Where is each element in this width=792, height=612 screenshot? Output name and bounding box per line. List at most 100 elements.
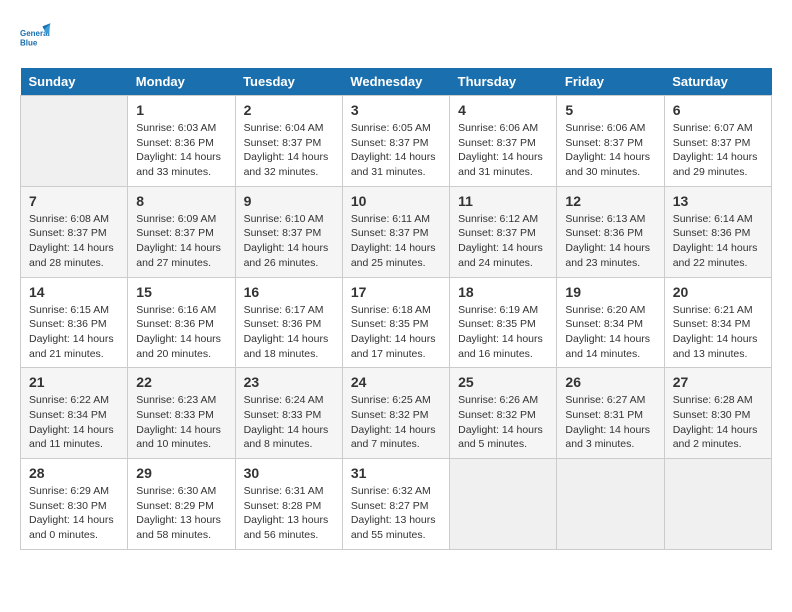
calendar-cell: 18Sunrise: 6:19 AM Sunset: 8:35 PM Dayli…	[450, 277, 557, 368]
calendar-cell: 17Sunrise: 6:18 AM Sunset: 8:35 PM Dayli…	[342, 277, 449, 368]
day-info: Sunrise: 6:16 AM Sunset: 8:36 PM Dayligh…	[136, 303, 226, 362]
calendar-header-row: SundayMondayTuesdayWednesdayThursdayFrid…	[21, 68, 772, 96]
calendar-week-row: 28 Sunrise: 6:29 AM Sunset: 8:30 PM Dayli…	[21, 459, 772, 550]
day-info: Sunrise: 6:29 AM Sunset: 8:30 PM Dayligh…	[29, 484, 119, 543]
day-info: Sunrise: 6:05 AM Sunset: 8:37 PM Dayligh…	[351, 121, 441, 180]
day-number: 16	[244, 284, 334, 300]
day-info: Sunrise: 6:18 AM Sunset: 8:35 PM Dayligh…	[351, 303, 441, 362]
day-number: 24	[351, 374, 441, 390]
logo-icon: General Blue	[20, 20, 52, 52]
calendar-cell: 26 Sunrise: 6:27 AM Sunset: 8:31 PM Dayli…	[557, 368, 664, 459]
day-info: Sunrise: 6:23 AM Sunset: 8:33 PM Dayligh…	[136, 393, 226, 452]
calendar-cell: 9 Sunrise: 6:10 AM Sunset: 8:37 PM Daylig…	[235, 186, 342, 277]
day-number: 3	[351, 102, 441, 118]
day-number: 2	[244, 102, 334, 118]
day-number: 13	[673, 193, 763, 209]
calendar-cell: 30 Sunrise: 6:31 AM Sunset: 8:28 PM Dayli…	[235, 459, 342, 550]
day-info: Sunrise: 6:15 AM Sunset: 8:36 PM Dayligh…	[29, 303, 119, 362]
calendar-week-row: 21 Sunrise: 6:22 AM Sunset: 8:34 PM Dayli…	[21, 368, 772, 459]
calendar-cell: 25 Sunrise: 6:26 AM Sunset: 8:32 PM Dayli…	[450, 368, 557, 459]
page-header: General Blue	[20, 20, 772, 52]
day-info: Sunrise: 6:32 AM Sunset: 8:27 PM Dayligh…	[351, 484, 441, 543]
day-number: 19	[565, 284, 655, 300]
calendar-cell: 11 Sunrise: 6:12 AM Sunset: 8:37 PM Dayli…	[450, 186, 557, 277]
weekday-header-tuesday: Tuesday	[235, 68, 342, 96]
calendar-cell	[21, 96, 128, 187]
day-info: Sunrise: 6:25 AM Sunset: 8:32 PM Dayligh…	[351, 393, 441, 452]
calendar-body: 1 Sunrise: 6:03 AM Sunset: 8:36 PM Daylig…	[21, 96, 772, 550]
day-number: 31	[351, 465, 441, 481]
calendar-cell: 24 Sunrise: 6:25 AM Sunset: 8:32 PM Dayli…	[342, 368, 449, 459]
day-info: Sunrise: 6:22 AM Sunset: 8:34 PM Dayligh…	[29, 393, 119, 452]
day-info: Sunrise: 6:31 AM Sunset: 8:28 PM Dayligh…	[244, 484, 334, 543]
svg-text:Blue: Blue	[20, 39, 38, 48]
day-info: Sunrise: 6:10 AM Sunset: 8:37 PM Dayligh…	[244, 212, 334, 271]
day-number: 25	[458, 374, 548, 390]
weekday-header-saturday: Saturday	[664, 68, 771, 96]
calendar-cell: 29Sunrise: 6:30 AM Sunset: 8:29 PM Dayli…	[128, 459, 235, 550]
calendar-cell: 14Sunrise: 6:15 AM Sunset: 8:36 PM Dayli…	[21, 277, 128, 368]
calendar-cell: 5Sunrise: 6:06 AM Sunset: 8:37 PM Daylig…	[557, 96, 664, 187]
calendar-cell: 2 Sunrise: 6:04 AM Sunset: 8:37 PM Daylig…	[235, 96, 342, 187]
day-info: Sunrise: 6:19 AM Sunset: 8:35 PM Dayligh…	[458, 303, 548, 362]
calendar-cell: 21 Sunrise: 6:22 AM Sunset: 8:34 PM Dayli…	[21, 368, 128, 459]
day-info: Sunrise: 6:24 AM Sunset: 8:33 PM Dayligh…	[244, 393, 334, 452]
day-info: Sunrise: 6:13 AM Sunset: 8:36 PM Dayligh…	[565, 212, 655, 271]
calendar-cell: 22 Sunrise: 6:23 AM Sunset: 8:33 PM Dayli…	[128, 368, 235, 459]
day-number: 1	[136, 102, 226, 118]
day-number: 11	[458, 193, 548, 209]
day-info: Sunrise: 6:21 AM Sunset: 8:34 PM Dayligh…	[673, 303, 763, 362]
calendar-cell: 20Sunrise: 6:21 AM Sunset: 8:34 PM Dayli…	[664, 277, 771, 368]
calendar-cell: 6 Sunrise: 6:07 AM Sunset: 8:37 PM Daylig…	[664, 96, 771, 187]
day-info: Sunrise: 6:17 AM Sunset: 8:36 PM Dayligh…	[244, 303, 334, 362]
calendar-cell: 15 Sunrise: 6:16 AM Sunset: 8:36 PM Dayli…	[128, 277, 235, 368]
calendar-cell: 31 Sunrise: 6:32 AM Sunset: 8:27 PM Dayli…	[342, 459, 449, 550]
calendar-week-row: 7Sunrise: 6:08 AM Sunset: 8:37 PM Daylig…	[21, 186, 772, 277]
calendar-week-row: 1 Sunrise: 6:03 AM Sunset: 8:36 PM Daylig…	[21, 96, 772, 187]
calendar-cell: 1 Sunrise: 6:03 AM Sunset: 8:36 PM Daylig…	[128, 96, 235, 187]
calendar-cell: 7Sunrise: 6:08 AM Sunset: 8:37 PM Daylig…	[21, 186, 128, 277]
calendar-cell: 16 Sunrise: 6:17 AM Sunset: 8:36 PM Dayli…	[235, 277, 342, 368]
weekday-header-friday: Friday	[557, 68, 664, 96]
day-number: 12	[565, 193, 655, 209]
calendar-cell: 12 Sunrise: 6:13 AM Sunset: 8:36 PM Dayli…	[557, 186, 664, 277]
calendar-cell: 10 Sunrise: 6:11 AM Sunset: 8:37 PM Dayli…	[342, 186, 449, 277]
calendar-cell: 28 Sunrise: 6:29 AM Sunset: 8:30 PM Dayli…	[21, 459, 128, 550]
calendar-cell	[664, 459, 771, 550]
calendar-cell: 3 Sunrise: 6:05 AM Sunset: 8:37 PM Daylig…	[342, 96, 449, 187]
logo: General Blue	[20, 20, 56, 52]
day-info: Sunrise: 6:20 AM Sunset: 8:34 PM Dayligh…	[565, 303, 655, 362]
day-number: 10	[351, 193, 441, 209]
day-info: Sunrise: 6:09 AM Sunset: 8:37 PM Dayligh…	[136, 212, 226, 271]
calendar-cell: 27Sunrise: 6:28 AM Sunset: 8:30 PM Dayli…	[664, 368, 771, 459]
day-number: 15	[136, 284, 226, 300]
day-info: Sunrise: 6:04 AM Sunset: 8:37 PM Dayligh…	[244, 121, 334, 180]
day-number: 22	[136, 374, 226, 390]
day-number: 23	[244, 374, 334, 390]
calendar-cell: 8Sunrise: 6:09 AM Sunset: 8:37 PM Daylig…	[128, 186, 235, 277]
day-number: 30	[244, 465, 334, 481]
day-number: 26	[565, 374, 655, 390]
calendar-table: SundayMondayTuesdayWednesdayThursdayFrid…	[20, 68, 772, 550]
day-number: 9	[244, 193, 334, 209]
day-info: Sunrise: 6:27 AM Sunset: 8:31 PM Dayligh…	[565, 393, 655, 452]
day-info: Sunrise: 6:11 AM Sunset: 8:37 PM Dayligh…	[351, 212, 441, 271]
day-number: 5	[565, 102, 655, 118]
calendar-cell	[557, 459, 664, 550]
day-number: 7	[29, 193, 119, 209]
calendar-week-row: 14Sunrise: 6:15 AM Sunset: 8:36 PM Dayli…	[21, 277, 772, 368]
calendar-cell	[450, 459, 557, 550]
weekday-header-sunday: Sunday	[21, 68, 128, 96]
day-number: 21	[29, 374, 119, 390]
day-info: Sunrise: 6:26 AM Sunset: 8:32 PM Dayligh…	[458, 393, 548, 452]
day-info: Sunrise: 6:06 AM Sunset: 8:37 PM Dayligh…	[458, 121, 548, 180]
day-info: Sunrise: 6:12 AM Sunset: 8:37 PM Dayligh…	[458, 212, 548, 271]
day-number: 6	[673, 102, 763, 118]
day-info: Sunrise: 6:14 AM Sunset: 8:36 PM Dayligh…	[673, 212, 763, 271]
day-number: 27	[673, 374, 763, 390]
day-number: 28	[29, 465, 119, 481]
calendar-cell: 19 Sunrise: 6:20 AM Sunset: 8:34 PM Dayli…	[557, 277, 664, 368]
day-info: Sunrise: 6:07 AM Sunset: 8:37 PM Dayligh…	[673, 121, 763, 180]
calendar-cell: 13 Sunrise: 6:14 AM Sunset: 8:36 PM Dayli…	[664, 186, 771, 277]
day-info: Sunrise: 6:03 AM Sunset: 8:36 PM Dayligh…	[136, 121, 226, 180]
